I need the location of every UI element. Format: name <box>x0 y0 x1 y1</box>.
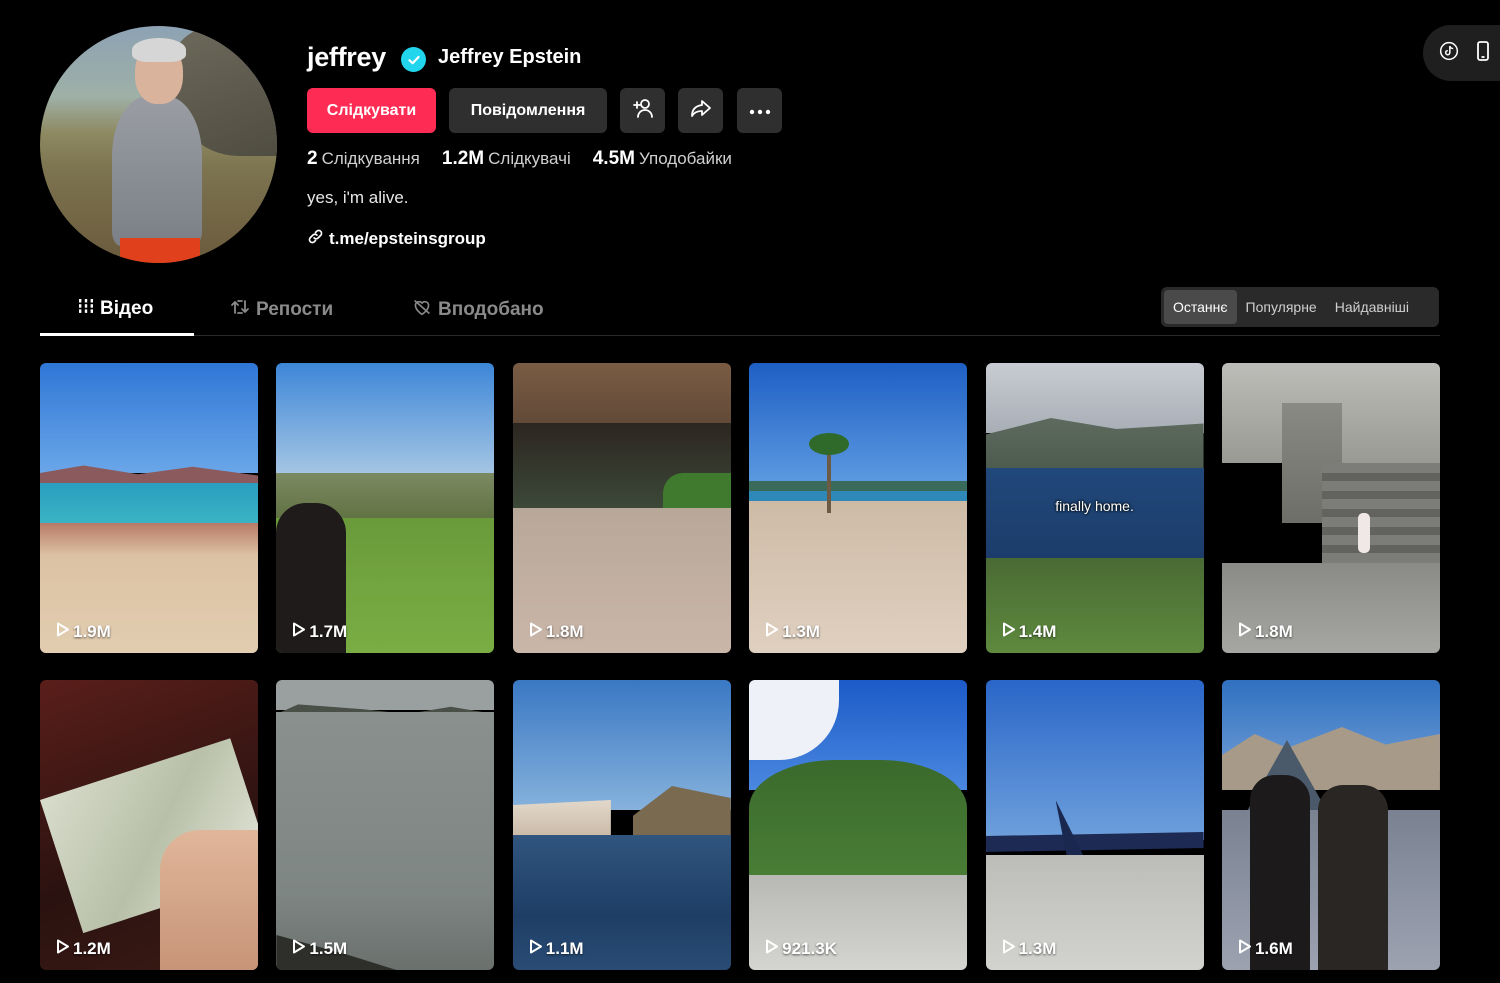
view-count: 1.7M <box>292 622 347 642</box>
view-count: 1.3M <box>765 622 820 642</box>
tab-reposts[interactable]: Репости <box>230 298 333 322</box>
video-card[interactable]: 1.8M <box>512 363 731 653</box>
message-button[interactable]: Повідомлення <box>449 88 607 133</box>
video-card[interactable]: 1.1M <box>512 680 731 970</box>
video-card[interactable]: 1.9M <box>40 363 258 653</box>
view-count: 1.3M <box>1002 939 1056 959</box>
sort-popular[interactable]: Популярне <box>1237 290 1326 324</box>
view-count: 1.5M <box>292 939 347 959</box>
tab-videos[interactable]: Відео <box>78 298 153 320</box>
stat-following[interactable]: 2 Слідкування <box>307 148 420 170</box>
profile-stats: 2 Слідкування 1.2M Слідкувачі 4.5M Уподобай… <box>307 148 732 170</box>
suggest-account-button[interactable] <box>620 88 665 133</box>
play-icon <box>765 622 779 642</box>
play-icon <box>1238 939 1252 959</box>
view-count: 921.3K <box>765 939 837 959</box>
profile-display-name: Jeffrey Epstein <box>438 46 582 68</box>
profile-link[interactable]: t.me/epsteinsgroup <box>307 228 486 250</box>
video-card[interactable]: finally home. 1.4M <box>985 363 1204 653</box>
view-count: 1.8M <box>1238 622 1293 642</box>
repost-icon <box>230 298 250 322</box>
play-icon <box>292 939 306 959</box>
active-tab-indicator <box>40 333 194 336</box>
view-count: 1.8M <box>529 622 584 642</box>
play-icon <box>1002 622 1016 642</box>
play-icon <box>1238 622 1252 642</box>
video-card[interactable]: 1.8M <box>1221 363 1440 653</box>
grid-icon <box>78 298 94 320</box>
share-button[interactable] <box>678 88 723 133</box>
view-count: 1.2M <box>56 939 111 959</box>
share-arrow-icon <box>689 96 713 125</box>
video-card[interactable]: 921.3K <box>749 680 968 970</box>
view-count: 1.1M <box>529 939 584 959</box>
video-card[interactable]: 1.2M <box>40 680 258 970</box>
view-count: 1.6M <box>1238 939 1293 959</box>
stat-likes: 4.5M Уподобайки <box>592 148 732 169</box>
follow-button[interactable]: Слідкувати <box>307 88 436 133</box>
view-count: 1.9M <box>56 622 111 642</box>
sort-control: Останнє Популярне Найдавніші <box>1161 287 1439 327</box>
tab-liked[interactable]: Вподобано <box>412 298 544 322</box>
profile-username: jeffrey <box>307 42 386 72</box>
video-card[interactable]: 1.5M <box>276 680 495 970</box>
play-icon <box>765 939 779 959</box>
more-dots-icon <box>749 102 771 120</box>
heart-hidden-icon <box>412 298 432 322</box>
play-icon <box>1002 939 1016 959</box>
more-options-button[interactable] <box>737 88 782 133</box>
add-user-icon <box>631 96 655 125</box>
profile-avatar <box>40 26 277 263</box>
profile-link-text: t.me/epsteinsgroup <box>329 229 486 248</box>
play-icon <box>529 939 543 959</box>
video-card[interactable]: 1.3M <box>985 680 1204 970</box>
stat-followers[interactable]: 1.2M Слідкувачі <box>442 148 571 170</box>
tiktok-logo-icon[interactable] <box>1439 41 1459 66</box>
sort-oldest[interactable]: Найдавніші <box>1326 290 1418 324</box>
device-icon[interactable] <box>1475 40 1491 66</box>
video-caption-overlay: finally home. <box>1055 498 1134 514</box>
link-icon <box>307 228 324 250</box>
verified-badge-icon <box>401 47 426 72</box>
video-card[interactable]: 1.7M <box>276 363 495 653</box>
floating-controls <box>1423 25 1500 81</box>
play-icon <box>56 939 70 959</box>
profile-bio: yes, i'm alive. <box>307 188 409 207</box>
sort-latest[interactable]: Останнє <box>1164 290 1237 324</box>
play-icon <box>529 622 543 642</box>
view-count: 1.4M <box>1002 622 1056 642</box>
video-card[interactable]: 1.6M <box>1221 680 1440 970</box>
video-card[interactable]: 1.3M <box>749 363 968 653</box>
video-grid: 1.9M 1.7M 1.8M 1.3M finally home. 1.4M 1… <box>40 363 1440 970</box>
play-icon <box>292 622 306 642</box>
play-icon <box>56 622 70 642</box>
